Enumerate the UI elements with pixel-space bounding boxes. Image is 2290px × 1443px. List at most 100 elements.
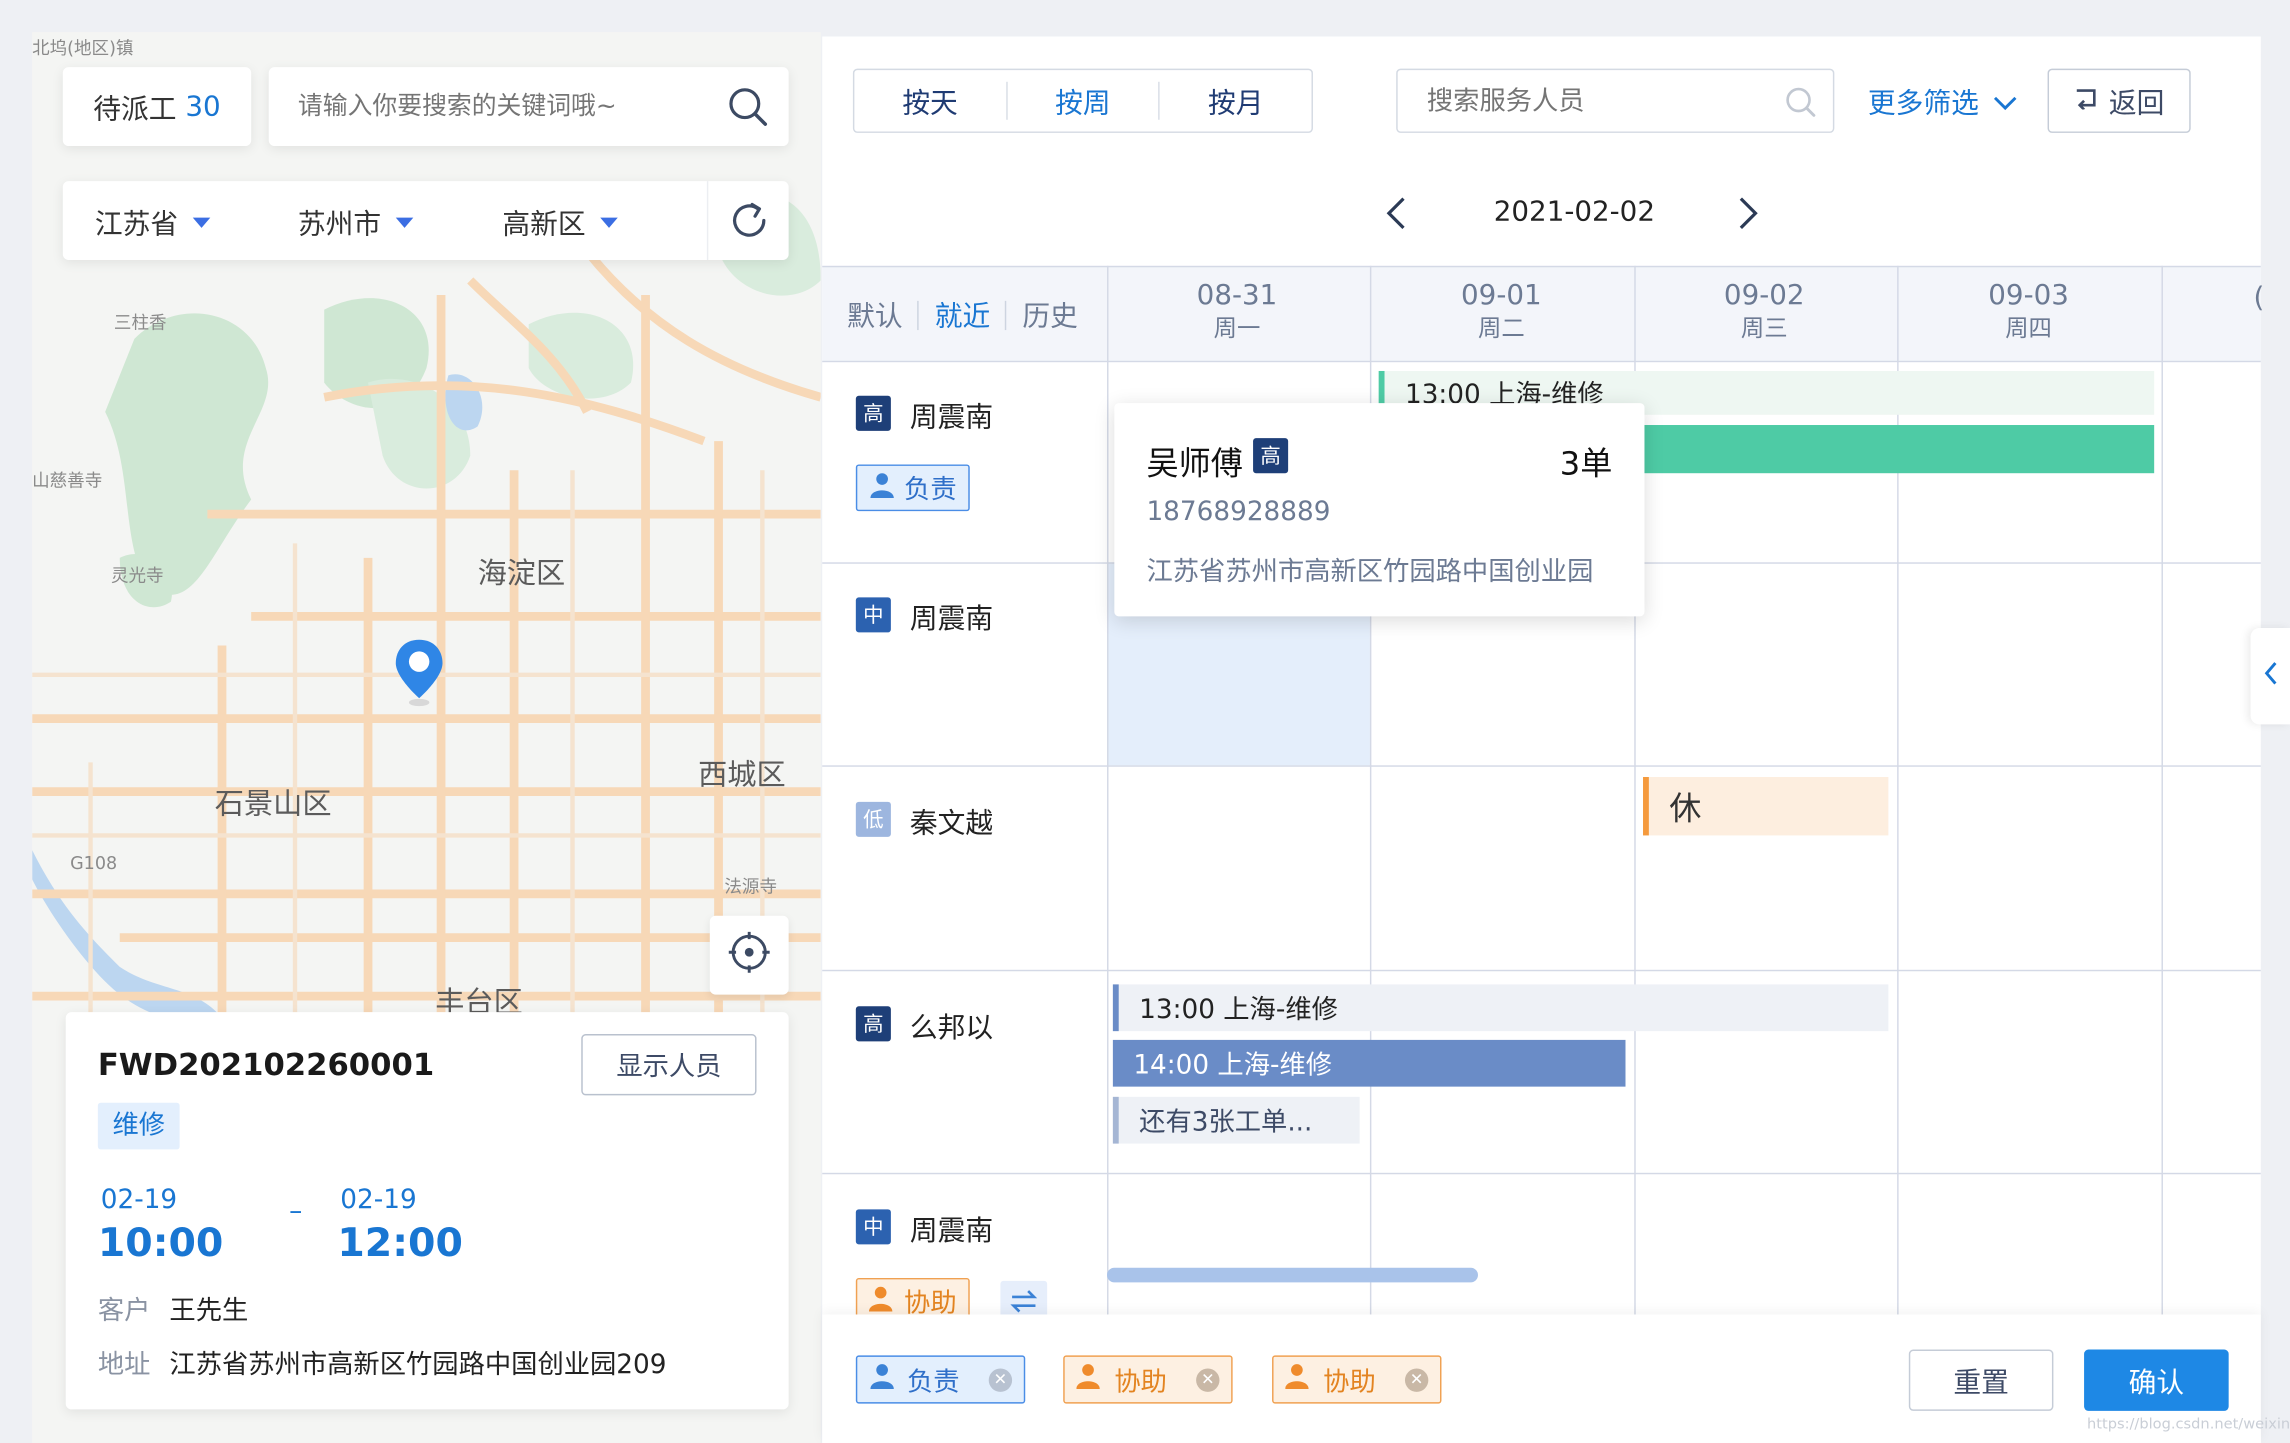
assist-chip: 协助 ✕ xyxy=(1063,1355,1233,1404)
grid-line xyxy=(2161,265,2163,1315)
order-type-badge: 维修 xyxy=(97,1102,180,1150)
sort-default-tab[interactable]: 默认 xyxy=(847,295,903,334)
view-week-button[interactable]: 按周 xyxy=(1007,81,1158,120)
day-header: 09-01 周二 xyxy=(1370,278,1633,345)
reset-button[interactable]: 重置 xyxy=(1908,1349,2054,1411)
event-bar[interactable]: 14:00 上海-维修 xyxy=(1112,1039,1626,1087)
pending-dispatch-button[interactable]: 待派工 30 xyxy=(62,67,252,147)
view-day-button[interactable]: 按天 xyxy=(854,81,1005,120)
customer-label: 客户 xyxy=(97,1295,151,1327)
event-bar[interactable]: 13:00 上海-维修 xyxy=(1112,984,1889,1032)
place-label: 三柱香 xyxy=(113,312,167,334)
staff-name: 周震南 xyxy=(909,401,994,434)
sort-nearby-tab[interactable]: 就近 xyxy=(935,295,991,334)
return-icon xyxy=(2074,85,2097,117)
grid-line xyxy=(1107,265,1109,1315)
role-tag: 负责 xyxy=(855,464,970,512)
place-label: 法源寺 xyxy=(724,876,777,897)
role-label: 负责 xyxy=(904,474,957,506)
level-badge: 低 xyxy=(855,801,891,837)
remove-icon[interactable]: ✕ xyxy=(1404,1367,1429,1392)
caret-down-icon xyxy=(192,217,211,228)
footer-bar: 负责 ✕ 协助 ✕ 协助 ✕ 重置 确认 https://blog.csdn.n… xyxy=(822,1314,2290,1443)
province-select[interactable]: 江苏省 xyxy=(95,203,211,242)
place-label: G108 xyxy=(70,852,118,874)
more-filters-label: 更多筛选 xyxy=(1867,87,1979,120)
grid-line xyxy=(822,969,2261,972)
back-label: 返回 xyxy=(2108,86,2165,120)
staff-search-box[interactable] xyxy=(1396,68,1835,133)
back-button[interactable]: 返回 xyxy=(2047,68,2191,133)
assist-chip: 协助 ✕ xyxy=(1272,1355,1442,1404)
grid-line xyxy=(822,1172,2261,1175)
caret-down-icon xyxy=(600,217,618,228)
confirm-button[interactable]: 确认 xyxy=(2084,1349,2229,1411)
assist-user-icon xyxy=(1076,1363,1102,1397)
more-filters-button[interactable]: 更多筛选 xyxy=(1868,82,2017,121)
staff-name: 周震南 xyxy=(909,603,994,636)
view-switcher: 按天 按周 按月 xyxy=(852,68,1313,133)
chip-label: 协助 xyxy=(1323,1366,1376,1397)
current-date: 2021-02-02 xyxy=(1493,195,1655,228)
assist-user-icon xyxy=(868,1285,895,1319)
popover-address: 江苏省苏州市高新区竹园路中国创业园 xyxy=(1146,556,1594,588)
app-root: 北坞(地区)镇 三柱香 山慈善寺 灵光寺 海淀区 西城区 石景山区 法源寺 G1… xyxy=(0,0,2290,1443)
start-time: 10:00 xyxy=(97,1221,224,1267)
pending-count: 30 xyxy=(185,90,221,123)
order-id: FWD202102260001 xyxy=(97,1047,435,1083)
customer-name: 王先生 xyxy=(169,1295,249,1327)
side-panel-toggle[interactable] xyxy=(2250,628,2290,725)
staff-name: 周震南 xyxy=(909,1215,994,1248)
more-orders-link[interactable]: 还有3张工单... xyxy=(1112,1096,1360,1144)
end-time: 12:00 xyxy=(337,1221,463,1267)
place-label: 海淀区 xyxy=(477,555,566,591)
region-filter-bar: 江苏省 苏州市 高新区 xyxy=(62,181,789,260)
remove-icon[interactable]: ✕ xyxy=(1196,1367,1220,1392)
district-select[interactable]: 高新区 xyxy=(502,203,618,242)
level-badge: 中 xyxy=(855,597,891,633)
locate-me-button[interactable] xyxy=(709,915,789,995)
pending-label: 待派工 xyxy=(93,92,177,125)
level-badge: 高 xyxy=(855,1006,891,1042)
keyword-search-input[interactable] xyxy=(297,84,707,129)
remove-icon[interactable]: ✕ xyxy=(988,1367,1013,1392)
day-date: 09-01 xyxy=(1461,278,1542,312)
day-header: 09-02 周三 xyxy=(1633,278,1896,345)
chip-label: 协助 xyxy=(1114,1366,1167,1397)
staff-search-input[interactable] xyxy=(1426,81,1763,120)
rest-block[interactable]: 休 xyxy=(1643,777,1889,836)
show-staff-button[interactable]: 显示人员 xyxy=(581,1034,757,1096)
level-badge: 高 xyxy=(855,395,891,431)
sort-history-tab[interactable]: 历史 xyxy=(1022,295,1078,334)
place-label: 西城区 xyxy=(698,756,786,792)
horizontal-scrollbar[interactable] xyxy=(1107,1267,1478,1283)
day-date: ( xyxy=(2253,281,2265,315)
day-date: 09-02 xyxy=(1723,278,1805,312)
search-icon[interactable] xyxy=(727,86,768,133)
view-month-button[interactable]: 按月 xyxy=(1160,81,1311,120)
search-icon[interactable] xyxy=(1785,86,1817,124)
city-select[interactable]: 苏州市 xyxy=(298,203,414,242)
day-weekday: 周三 xyxy=(1740,314,1788,342)
divider xyxy=(1004,300,1007,331)
place-label: 山慈善寺 xyxy=(32,470,103,491)
watermark: https://blog.csdn.net/weixin_... xyxy=(2086,1416,2290,1433)
place-label: 北坞(地区)镇 xyxy=(32,37,134,59)
level-badge: 高 xyxy=(1253,438,1289,474)
end-date: 02-19 xyxy=(340,1184,417,1216)
popover-name: 吴师傅 xyxy=(1146,446,1243,484)
next-date-button[interactable] xyxy=(1738,196,1758,237)
order-count: 3单 xyxy=(1559,446,1613,484)
divider xyxy=(917,300,919,331)
refresh-icon[interactable] xyxy=(727,199,771,249)
prev-date-button[interactable] xyxy=(1386,196,1406,237)
assigned-chip: 负责 ✕ xyxy=(855,1355,1026,1404)
caret-down-icon xyxy=(395,217,414,228)
district-value: 高新区 xyxy=(502,208,586,241)
user-icon xyxy=(869,1363,895,1397)
chip-label: 负责 xyxy=(906,1366,960,1397)
day-weekday: 周四 xyxy=(2005,314,2052,342)
day-header: 08-31 周一 xyxy=(1106,278,1369,345)
user-icon xyxy=(869,471,895,505)
keyword-search-box[interactable] xyxy=(268,67,789,147)
